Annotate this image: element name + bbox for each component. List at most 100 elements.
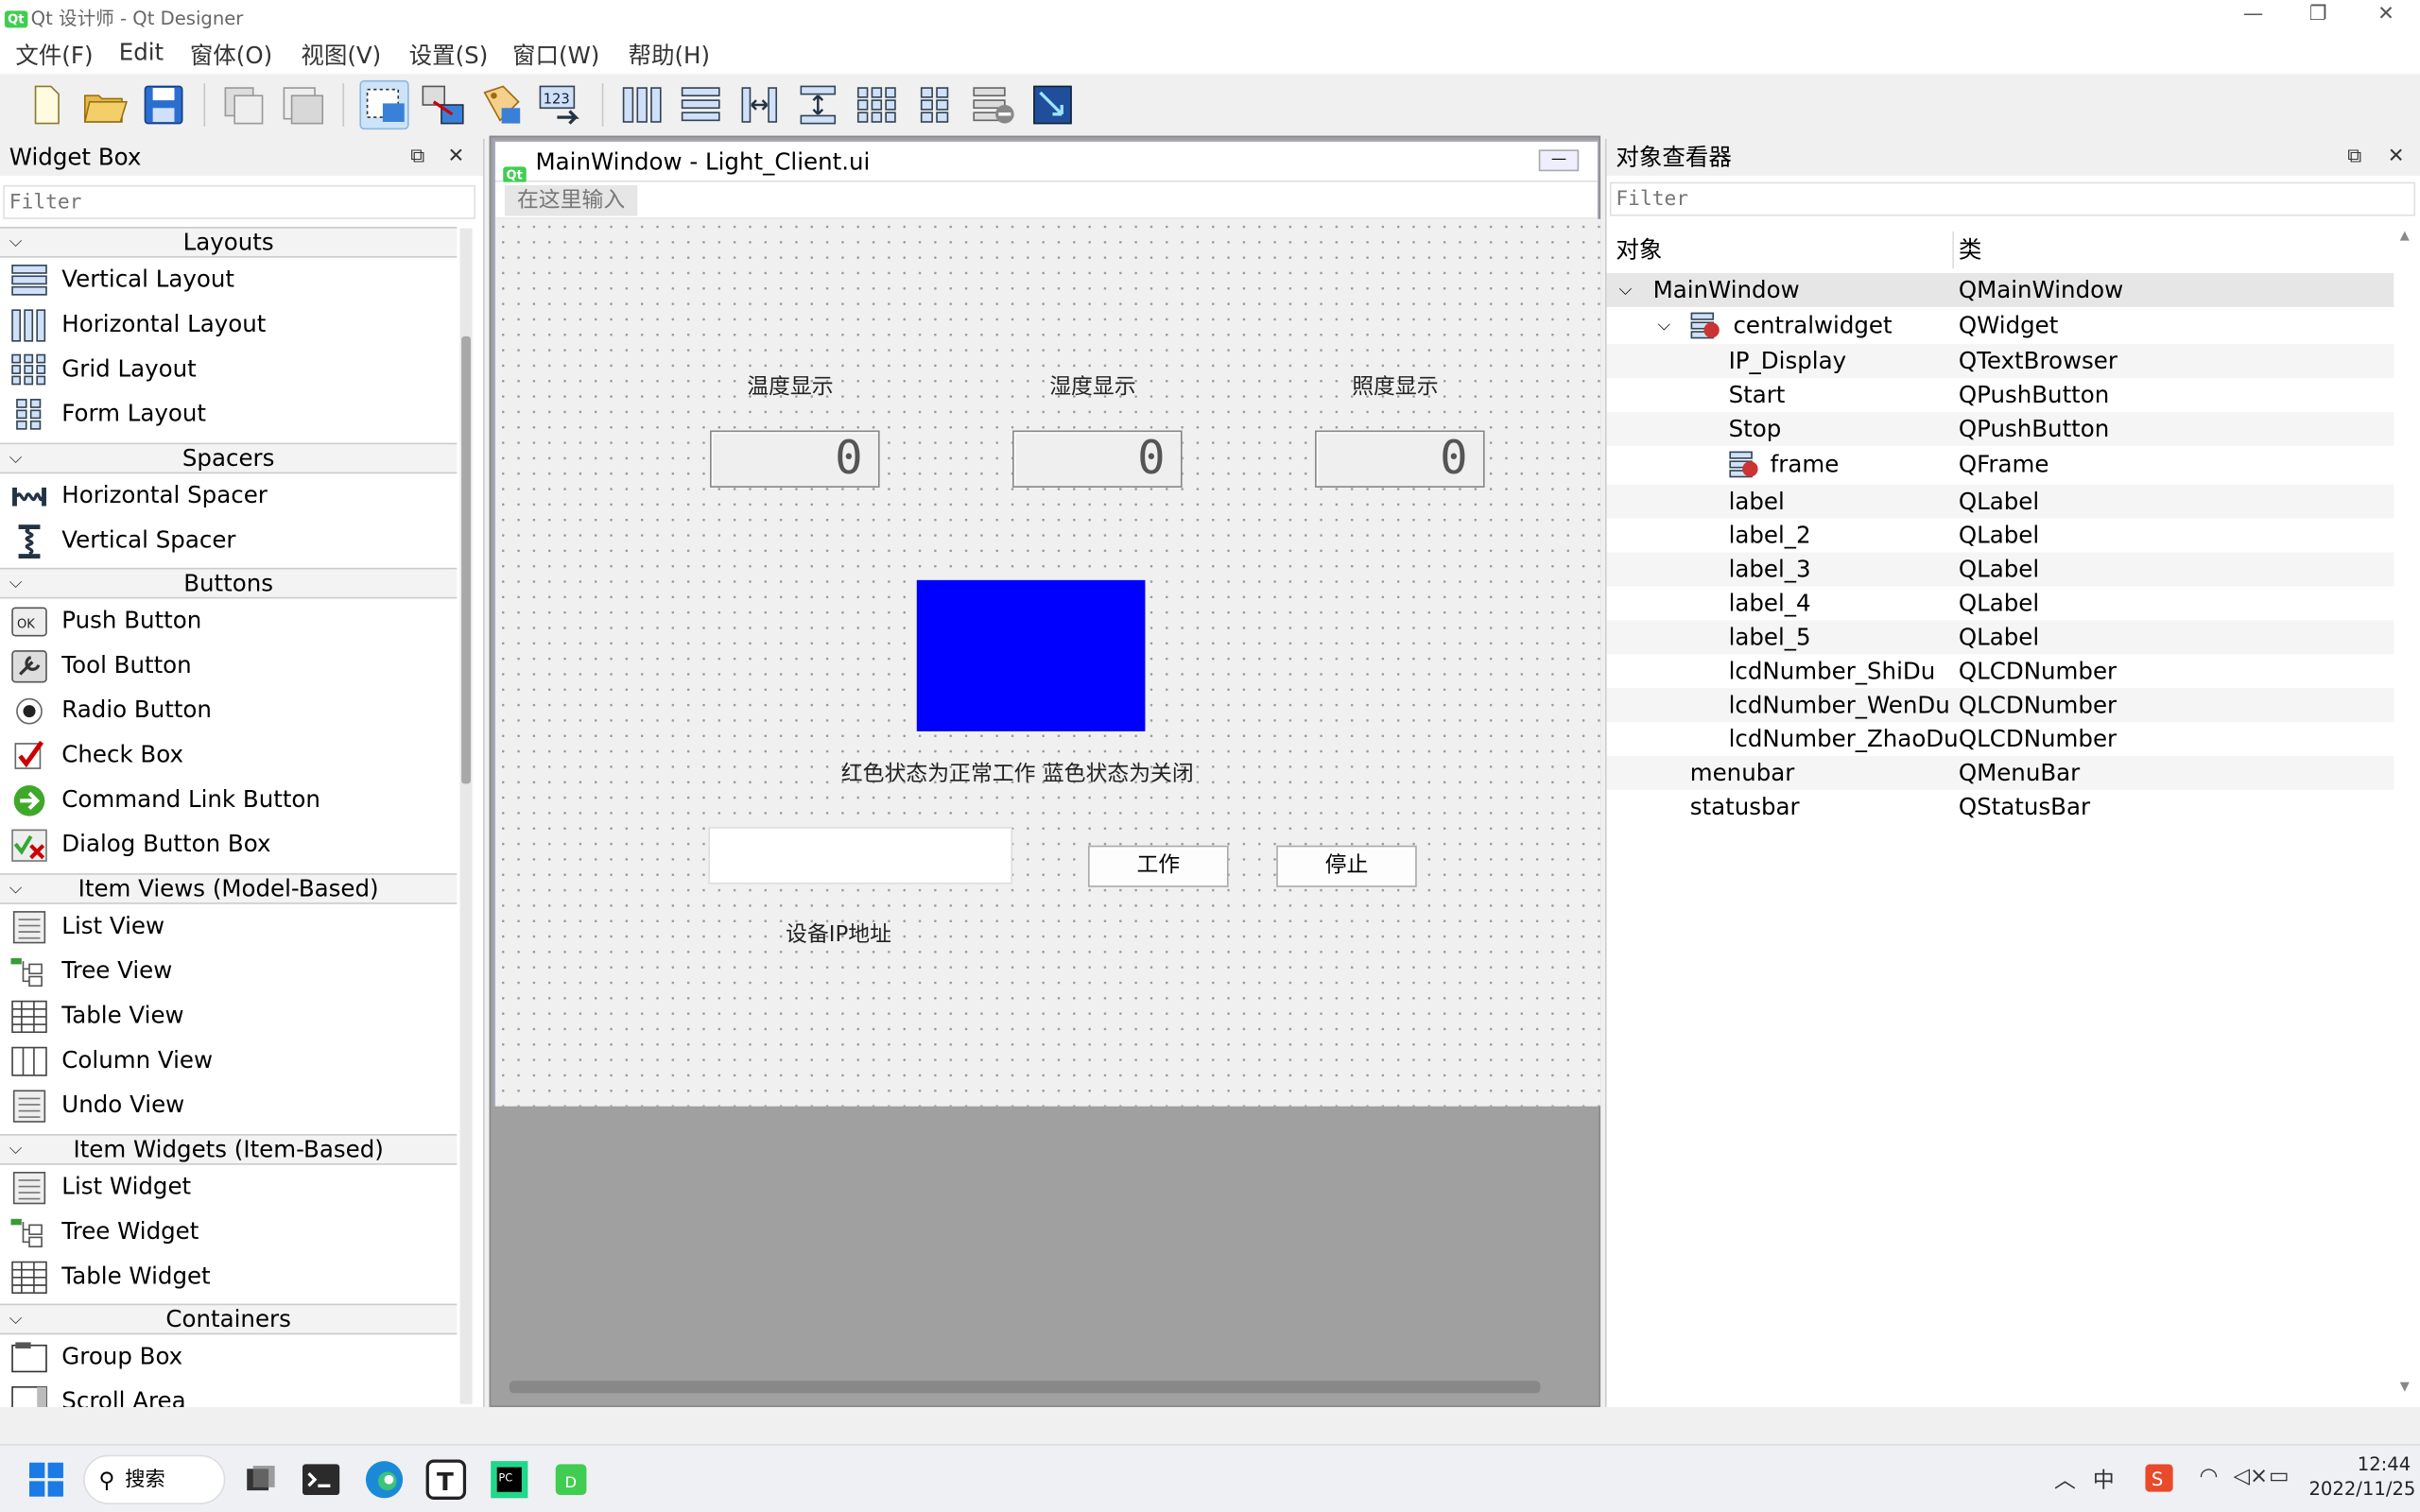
menu-window[interactable]: 窗口(W) — [512, 39, 599, 71]
close-panel-icon[interactable]: ✕ — [2388, 139, 2405, 176]
windows-start-icon[interactable] — [25, 1458, 68, 1502]
qt-designer-taskbar-icon[interactable]: D — [549, 1458, 593, 1502]
widget-push-button[interactable]: OK Push Button — [0, 598, 457, 643]
terminal-icon[interactable] — [300, 1458, 343, 1502]
widget-radio-button[interactable]: Radio Button — [0, 688, 457, 732]
menu-file[interactable]: 文件(F) — [15, 39, 93, 71]
widget-command-link-button[interactable]: Command Link Button — [0, 778, 457, 822]
layout-v-splitter-icon[interactable] — [793, 80, 842, 129]
chevron-up-icon[interactable]: ︿ — [2054, 1464, 2076, 1495]
tree-row-centralwidget[interactable]: ⌵ centralwidget QWidget — [1607, 309, 2394, 343]
widget-column-view[interactable]: Column View — [0, 1039, 457, 1083]
widget-tree-widget[interactable]: Tree Widget — [0, 1210, 457, 1254]
menu-view[interactable]: 视图(V) — [301, 39, 381, 71]
taskbar-search[interactable]: ⚲ 搜索 — [83, 1454, 226, 1504]
tree-row-stop[interactable]: Stop QPushButton — [1606, 411, 2394, 446]
widget-tree-view[interactable]: Tree View — [0, 949, 457, 993]
tree-row-label-4[interactable]: label_4 QLabel — [1607, 586, 2394, 620]
typora-icon[interactable]: T — [424, 1458, 468, 1502]
tree-row-statusbar[interactable]: statusbar QStatusBar — [1607, 790, 2394, 824]
category-item-widgets[interactable]: ⌵ Item Widgets (Item-Based) — [0, 1134, 458, 1165]
tree-row-ip-display[interactable]: IP_Display QTextBrowser — [1606, 344, 2394, 378]
collapse-icon[interactable]: ⌵ — [1619, 273, 1633, 307]
category-spacers[interactable]: ⌵ Spacers — [0, 442, 458, 474]
new-file-icon[interactable] — [22, 80, 71, 129]
menu-help[interactable]: 帮助(H) — [628, 39, 710, 71]
form-menu-placeholder[interactable]: 在这里输入 — [504, 184, 638, 216]
widget-vertical-spacer[interactable]: Vertical Spacer — [0, 519, 457, 563]
menu-edit[interactable]: Edit — [119, 39, 164, 66]
tree-row-lcd-shidu[interactable]: lcdNumber_ShiDu QLCDNumber — [1607, 654, 2394, 688]
tree-row-lcd-zhaodu[interactable]: lcdNumber_ZhaoDu QLCDNumber — [1607, 722, 2394, 756]
object-inspector-scrollbar[interactable]: ▲ ▼ — [2397, 229, 2416, 1401]
category-containers[interactable]: ⌵ Containers — [0, 1303, 458, 1335]
menu-settings[interactable]: 设置(S) — [409, 39, 489, 71]
layout-form-icon[interactable] — [910, 80, 959, 129]
open-folder-icon[interactable] — [80, 80, 130, 129]
tree-row-menubar[interactable]: menubar QMenuBar — [1606, 756, 2394, 790]
collapse-icon[interactable]: ⌵ — [1657, 309, 1670, 343]
widget-form-layout[interactable]: Form Layout — [0, 392, 457, 437]
widget-undo-view[interactable]: Undo View — [0, 1083, 457, 1127]
column-header-object[interactable]: 对象 — [1616, 229, 1662, 272]
widget-grid-layout[interactable]: Grid Layout — [0, 347, 457, 391]
object-filter-input[interactable] — [1609, 181, 2416, 216]
battery-icon[interactable]: ▭ — [2269, 1464, 2290, 1488]
widget-check-box[interactable]: Check Box — [0, 733, 457, 778]
widget-dialog-button-box[interactable]: Dialog Button Box — [0, 822, 457, 867]
mdi-horizontal-scrollbar[interactable] — [509, 1381, 1541, 1394]
float-panel-icon[interactable]: ⧉ — [2347, 139, 2361, 176]
save-icon[interactable] — [139, 80, 188, 129]
tree-row-start[interactable]: Start QPushButton — [1607, 378, 2394, 412]
paste-icon[interactable] — [278, 80, 327, 129]
tree-row-label-3[interactable]: label_3 QLabel — [1606, 552, 2394, 587]
wifi-icon[interactable]: ◠ — [2200, 1464, 2219, 1488]
widget-scroll-area[interactable]: Scroll Area — [0, 1380, 457, 1407]
widget-horizontal-spacer[interactable]: Horizontal Spacer — [0, 473, 457, 518]
layout-grid-icon[interactable] — [852, 80, 901, 129]
widget-list-view[interactable]: List View — [0, 904, 457, 949]
task-view-icon[interactable] — [239, 1458, 283, 1502]
tree-row-frame[interactable]: frame QFrame — [1607, 447, 2394, 481]
edit-widgets-icon[interactable] — [359, 79, 409, 130]
widget-vertical-layout[interactable]: Vertical Layout — [0, 258, 457, 302]
form-window[interactable]: Qt MainWindow - Light_Client.ui — 在这里输入 … — [493, 140, 1601, 1107]
copy-icon[interactable] — [219, 80, 268, 129]
widget-group-box[interactable]: Group Box — [0, 1334, 457, 1379]
float-panel-icon[interactable]: ⧉ — [410, 139, 424, 176]
ime-indicator[interactable]: 中 — [2093, 1464, 2115, 1495]
layout-h-splitter-icon[interactable] — [735, 80, 784, 129]
restore-icon[interactable]: ❐ — [2284, 0, 2352, 31]
edge-browser-icon[interactable] — [363, 1458, 406, 1502]
break-layout-icon[interactable] — [969, 80, 1018, 129]
start-button[interactable]: 工作 — [1088, 845, 1229, 887]
edit-buddies-icon[interactable] — [476, 80, 526, 129]
tree-row-lcd-wendu[interactable]: lcdNumber_WenDu QLCDNumber — [1606, 688, 2394, 723]
tree-row-label[interactable]: label QLabel — [1606, 484, 2394, 519]
minimize-icon[interactable]: — — [2220, 0, 2288, 31]
sogou-input-icon[interactable]: S — [2145, 1464, 2173, 1492]
scroll-up-icon[interactable]: ▲ — [2400, 229, 2410, 243]
column-header-class[interactable]: 类 — [1959, 229, 1982, 272]
layout-horizontal-icon[interactable] — [617, 80, 666, 129]
widget-tool-button[interactable]: Tool Button — [0, 644, 457, 688]
menu-form[interactable]: 窗体(O) — [190, 39, 272, 71]
tree-row-label-5[interactable]: label_5 QLabel — [1606, 620, 2394, 655]
tree-row-mainwindow[interactable]: ⌵ MainWindow QMainWindow — [1606, 272, 2394, 307]
tree-row-label-2[interactable]: label_2 QLabel — [1607, 519, 2394, 553]
widget-horizontal-layout[interactable]: Horizontal Layout — [0, 302, 457, 347]
edit-signals-icon[interactable] — [418, 80, 467, 129]
widget-box-scrollbar[interactable] — [459, 228, 473, 1404]
ip-display[interactable] — [708, 827, 1013, 885]
edit-tab-order-icon[interactable]: 123 — [536, 80, 585, 129]
taskbar-clock[interactable]: 12:44 2022/11/25 — [2308, 1452, 2415, 1501]
widget-list-widget[interactable]: List Widget — [0, 1165, 457, 1210]
pycharm-icon[interactable]: PC — [488, 1458, 531, 1502]
scrollbar-thumb[interactable] — [461, 335, 471, 784]
close-panel-icon[interactable]: ✕ — [447, 139, 464, 176]
scroll-down-icon[interactable]: ▼ — [2400, 1380, 2410, 1394]
layout-vertical-icon[interactable] — [676, 80, 725, 129]
close-icon[interactable]: ✕ — [2352, 0, 2420, 31]
volume-icon[interactable]: ◁× — [2233, 1464, 2268, 1488]
stop-button[interactable]: 停止 — [1276, 845, 1417, 887]
